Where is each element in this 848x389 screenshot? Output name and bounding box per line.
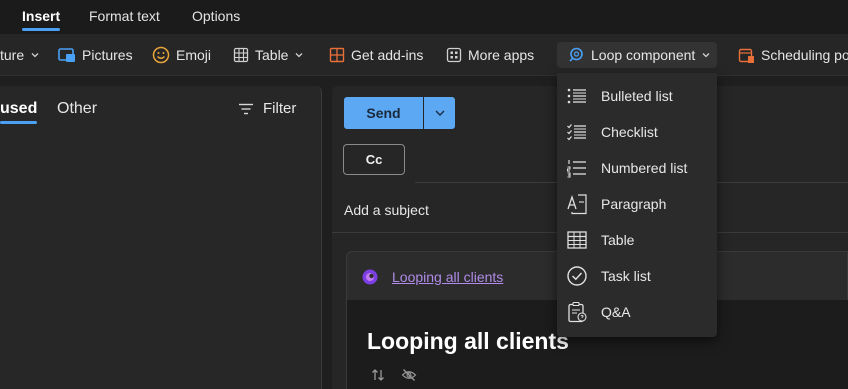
tab-options[interactable]: Options	[192, 0, 240, 34]
filter-button[interactable]: Filter	[238, 100, 296, 117]
loop-card-header: Looping all clients	[361, 268, 503, 286]
pictures-label: Pictures	[82, 47, 133, 63]
more-apps-label: More apps	[468, 47, 535, 63]
picture-label: ture	[0, 47, 25, 63]
menu-item-label: Numbered list	[601, 160, 688, 176]
picture-button[interactable]: ture	[0, 42, 40, 68]
filter-icon	[239, 103, 253, 114]
bulleted-list-icon	[567, 88, 586, 104]
chevron-down-icon	[31, 53, 39, 58]
loop-component-menu: Bulleted list Checklist Numbered list Pa…	[557, 73, 717, 337]
chevron-down-icon	[296, 53, 303, 58]
loop-component-label: Loop component	[591, 47, 696, 63]
menu-item-qa[interactable]: Q&A	[557, 294, 717, 330]
menu-item-table[interactable]: Table	[557, 222, 717, 258]
emoji-icon	[152, 46, 170, 64]
loop-link[interactable]: Looping all clients	[392, 269, 503, 285]
chevron-down-icon	[702, 53, 710, 58]
addins-icon	[329, 47, 345, 63]
tab-focused[interactable]: used	[0, 100, 38, 124]
checklist-icon	[567, 124, 586, 141]
menu-item-label: Paragraph	[601, 196, 667, 212]
table-icon	[233, 47, 249, 63]
table-label: Table	[255, 47, 289, 63]
pictures-icon	[58, 48, 75, 62]
loop-title: Looping all clients	[367, 328, 569, 354]
menu-item-label: Table	[601, 232, 635, 248]
emoji-label: Emoji	[176, 47, 212, 63]
numbered-list-icon	[567, 160, 586, 178]
send-options-button[interactable]	[424, 97, 455, 129]
table-button[interactable]: Table	[233, 42, 304, 68]
qa-icon	[568, 301, 587, 323]
ribbon-tab-bar: Insert Format text Options	[0, 0, 848, 34]
loop-toolbar	[371, 368, 417, 382]
more-apps-button[interactable]: More apps	[446, 42, 534, 68]
get-addins-button[interactable]: Get add-ins	[329, 42, 423, 68]
tab-format-text[interactable]: Format text	[89, 0, 160, 34]
sort-icon[interactable]	[371, 368, 385, 382]
loop-icon	[569, 47, 583, 62]
chevron-down-icon	[435, 110, 444, 116]
scheduling-label: Scheduling po	[761, 47, 848, 63]
table-icon	[567, 231, 587, 249]
loop-logo-icon	[362, 269, 378, 285]
menu-item-label: Bulleted list	[601, 88, 673, 104]
menu-item-numbered-list[interactable]: Numbered list	[557, 150, 717, 186]
emoji-button[interactable]: Emoji	[152, 42, 211, 68]
ribbon-toolbar: ture Pictures Emoji Table Get add-ins Mo…	[0, 34, 848, 76]
menu-item-label: Task list	[601, 268, 651, 284]
tab-insert[interactable]: Insert	[22, 0, 61, 34]
task-list-icon	[567, 266, 587, 286]
menu-item-label: Q&A	[601, 304, 631, 320]
hidden-eye-icon[interactable]	[401, 368, 417, 382]
loop-component-button[interactable]: Loop component	[557, 42, 717, 68]
scheduling-icon	[738, 48, 754, 63]
mail-list-panel: used Other Filter	[0, 86, 322, 389]
menu-item-paragraph[interactable]: Paragraph	[557, 186, 717, 222]
paragraph-icon	[567, 194, 587, 215]
filter-label: Filter	[263, 100, 297, 117]
apps-grid-icon	[446, 47, 462, 63]
get-addins-label: Get add-ins	[351, 47, 424, 63]
scheduling-poll-button[interactable]: Scheduling po	[738, 42, 848, 68]
tab-other[interactable]: Other	[57, 100, 97, 118]
pictures-button[interactable]: Pictures	[58, 42, 133, 68]
menu-item-label: Checklist	[601, 124, 658, 140]
send-button[interactable]: Send	[344, 97, 423, 129]
menu-item-checklist[interactable]: Checklist	[557, 114, 717, 150]
menu-item-task-list[interactable]: Task list	[557, 258, 717, 294]
subject-input[interactable]: Add a subject	[344, 202, 429, 218]
cc-button[interactable]: Cc	[343, 144, 405, 175]
menu-item-bulleted-list[interactable]: Bulleted list	[557, 78, 717, 114]
